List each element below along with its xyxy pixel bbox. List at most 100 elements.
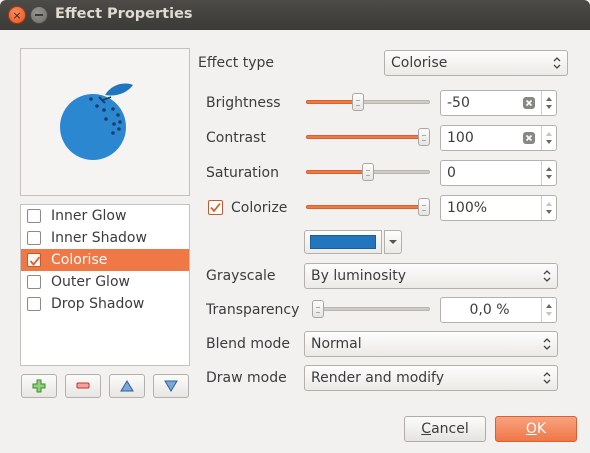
slider-fill [306, 205, 424, 209]
saturation-spinbox[interactable]: 0 [440, 160, 557, 186]
title-bar: × Effect Properties [0, 0, 590, 30]
contrast-label: Contrast [206, 130, 266, 146]
spin-down-icon[interactable] [546, 175, 552, 179]
list-item-colorise[interactable]: Colorise [21, 249, 189, 271]
spin-buttons[interactable] [541, 91, 556, 115]
grayscale-value: By luminosity [311, 268, 407, 284]
contrast-slider[interactable] [306, 127, 430, 147]
spin-down-icon[interactable] [546, 210, 552, 214]
spin-buttons[interactable] [541, 126, 556, 150]
spin-up-icon[interactable] [546, 167, 552, 171]
blend-mode-value: Normal [311, 336, 362, 352]
grayscale-combo[interactable]: By luminosity [304, 263, 558, 289]
contrast-value: 100 [447, 130, 474, 146]
effect-properties-dialog: × Effect Properties Inner Glow Inner Sha… [0, 0, 590, 453]
brightness-slider[interactable] [306, 92, 430, 112]
chevron-down-icon [389, 240, 397, 244]
cancel-label: ancel [431, 421, 469, 437]
minimize-window-button[interactable] [30, 6, 48, 24]
grayscale-label: Grayscale [206, 268, 276, 284]
move-down-icon [164, 380, 178, 392]
slider-track [312, 307, 430, 311]
close-icon: × [12, 8, 22, 22]
close-window-button[interactable]: × [8, 6, 26, 24]
updown-arrows-icon [543, 270, 551, 282]
brightness-label: Brightness [206, 95, 281, 111]
slider-handle[interactable] [362, 163, 374, 181]
clear-icon[interactable] [523, 97, 535, 109]
colorize-strength-spinbox[interactable]: 100% [440, 195, 557, 221]
list-item-label: Colorise [51, 252, 108, 268]
inner-shadow-checkbox[interactable] [27, 231, 41, 245]
transparency-slider[interactable] [312, 299, 430, 319]
contrast-spinbox[interactable]: 100 [440, 125, 557, 151]
spin-up-icon[interactable] [546, 202, 552, 206]
list-item-label: Drop Shadow [51, 296, 145, 312]
checkmark-icon [29, 256, 41, 266]
transparency-spinbox[interactable]: 0,0 % [440, 297, 557, 323]
effect-preview [20, 48, 190, 196]
ok-button[interactable]: OK [495, 416, 577, 442]
spin-buttons[interactable] [541, 196, 556, 220]
slider-handle[interactable] [418, 198, 430, 216]
effects-list: Inner Glow Inner Shadow Colorise Outer G… [20, 204, 190, 366]
colorize-checkbox[interactable] [208, 200, 223, 215]
draw-mode-value: Render and modify [311, 370, 445, 386]
outer-glow-checkbox[interactable] [27, 275, 41, 289]
move-down-button[interactable] [153, 374, 189, 398]
spin-down-icon[interactable] [546, 140, 552, 144]
draw-mode-combo[interactable]: Render and modify [304, 365, 558, 391]
saturation-label: Saturation [206, 165, 279, 181]
move-up-icon [120, 380, 134, 392]
slider-fill [306, 100, 358, 104]
list-item-outer-glow[interactable]: Outer Glow [21, 271, 189, 293]
blend-mode-combo[interactable]: Normal [304, 331, 558, 357]
color-swatch [310, 235, 376, 249]
effect-type-combo[interactable]: Colorise [384, 50, 568, 76]
drop-shadow-checkbox[interactable] [27, 297, 41, 311]
list-item-label: Outer Glow [51, 274, 130, 290]
blend-mode-label: Blend mode [206, 336, 291, 352]
spin-up-icon[interactable] [546, 304, 552, 308]
colorize-label: Colorize [231, 200, 288, 216]
colorize-strength-value: 100% [447, 200, 488, 216]
add-effect-button[interactable] [21, 374, 57, 398]
list-item-inner-shadow[interactable]: Inner Shadow [21, 227, 189, 249]
colorize-strength-slider[interactable] [306, 197, 430, 217]
move-up-button[interactable] [109, 374, 145, 398]
remove-effect-button[interactable] [65, 374, 101, 398]
add-icon [32, 379, 46, 393]
updown-arrows-icon [543, 338, 551, 350]
clear-icon[interactable] [523, 132, 535, 144]
remove-icon [76, 382, 90, 389]
list-item-label: Inner Glow [51, 208, 127, 224]
list-item-inner-glow[interactable]: Inner Glow [21, 205, 189, 227]
colorize-color-button[interactable] [304, 230, 382, 254]
slider-handle[interactable] [351, 93, 364, 111]
list-item-label: Inner Shadow [51, 230, 147, 246]
draw-mode-label: Draw mode [206, 370, 287, 386]
ok-mnemonic: O [525, 421, 537, 437]
checkmark-icon [210, 202, 221, 213]
slider-fill [306, 135, 424, 139]
updown-arrows-icon [543, 372, 551, 384]
spin-buttons[interactable] [541, 161, 556, 185]
colorise-checkbox[interactable] [27, 253, 41, 267]
cancel-button[interactable]: Cancel [404, 416, 486, 442]
spin-buttons[interactable] [541, 298, 556, 322]
inner-glow-checkbox[interactable] [27, 209, 41, 223]
list-item-drop-shadow[interactable]: Drop Shadow [21, 293, 189, 315]
slider-handle[interactable] [418, 128, 430, 146]
updown-arrows-icon [553, 57, 561, 69]
brightness-value: -50 [447, 95, 470, 111]
spin-down-icon[interactable] [546, 105, 552, 109]
color-menu-button[interactable] [384, 230, 402, 254]
slider-handle[interactable] [312, 300, 324, 318]
spin-down-icon[interactable] [546, 312, 552, 316]
saturation-value: 0 [447, 165, 456, 181]
saturation-slider[interactable] [306, 162, 430, 182]
ok-label: K [536, 421, 547, 437]
brightness-spinbox[interactable]: -50 [440, 90, 557, 116]
spin-up-icon[interactable] [546, 132, 552, 136]
spin-up-icon[interactable] [546, 97, 552, 101]
